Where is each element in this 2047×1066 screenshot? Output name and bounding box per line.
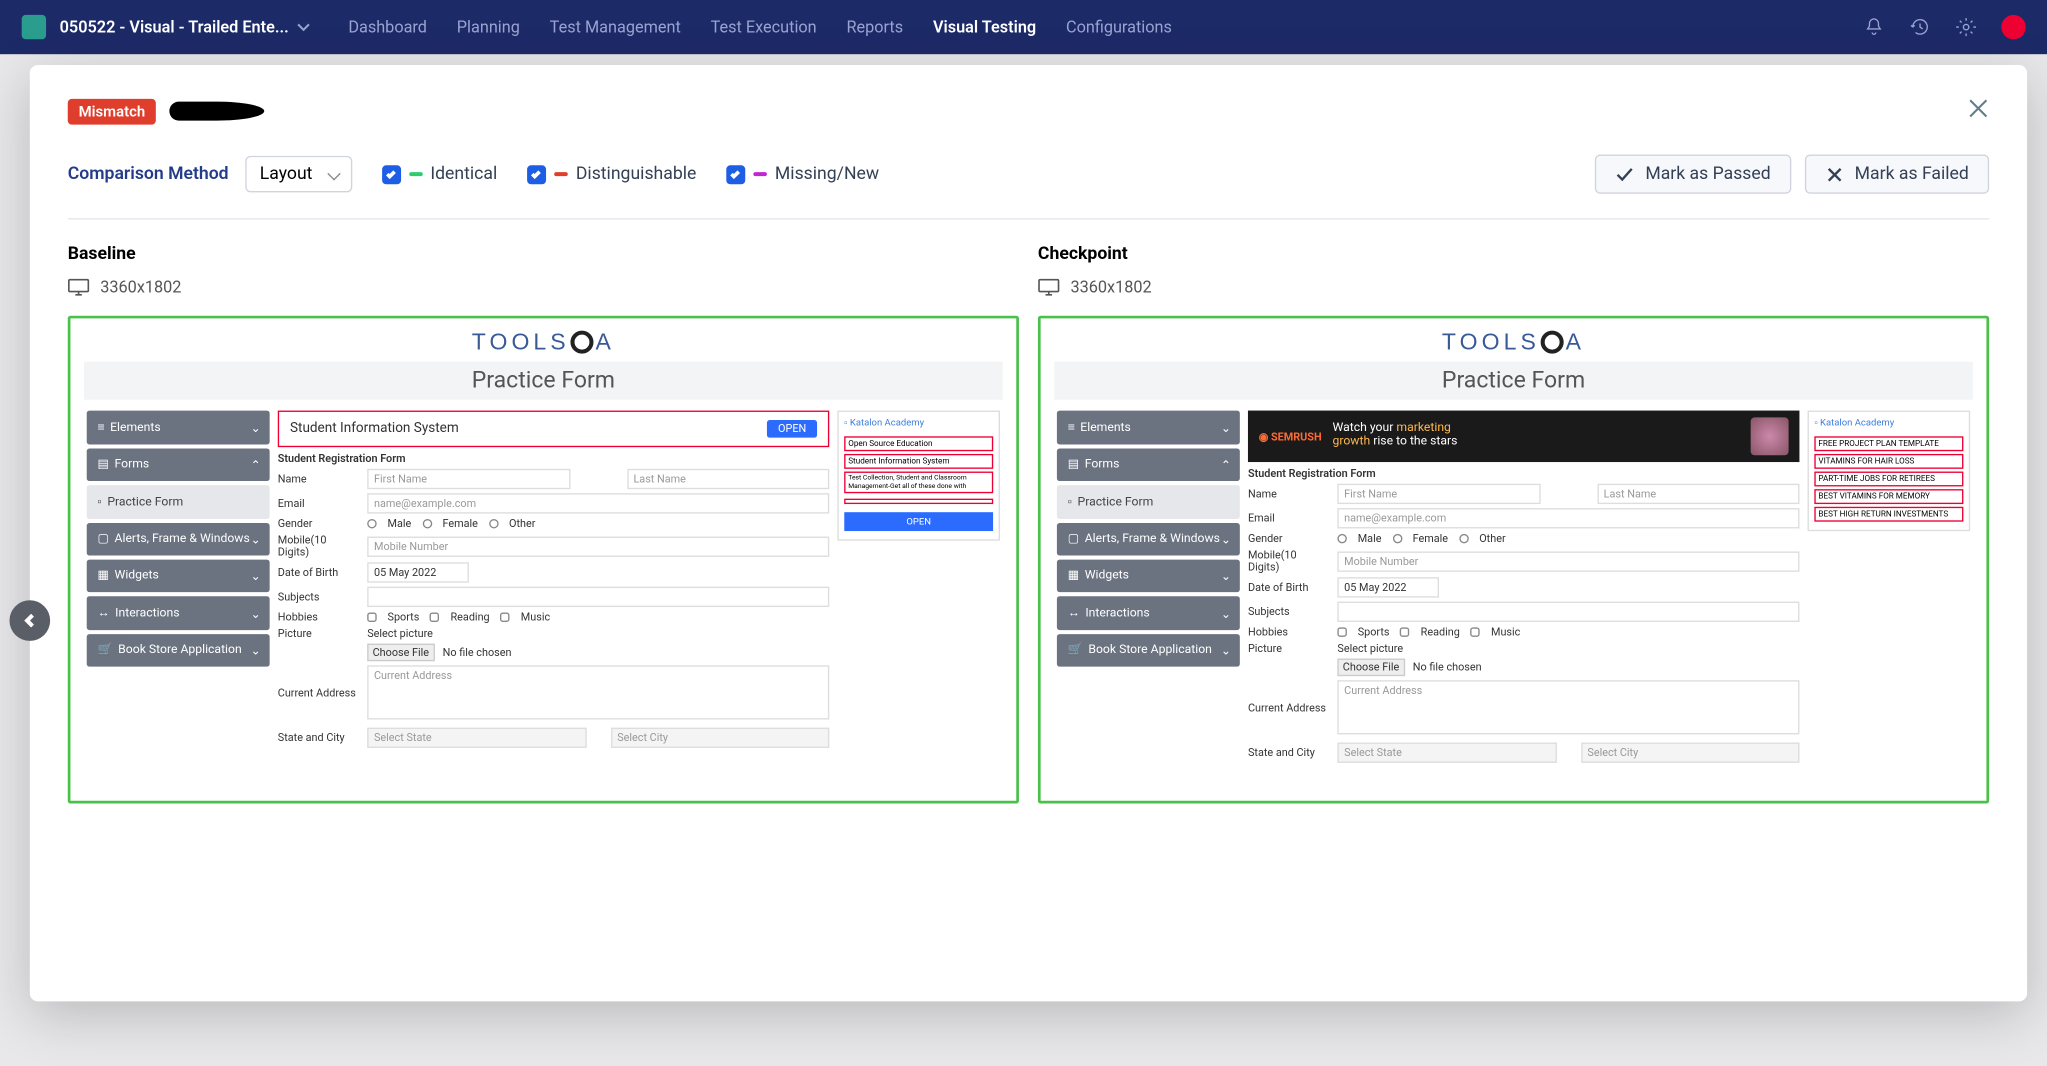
history-icon[interactable] xyxy=(1909,16,1931,38)
legend-identical[interactable]: Identical xyxy=(382,164,498,184)
toolsqa-logo: TOOLSA xyxy=(70,318,1016,361)
prev-button[interactable] xyxy=(9,600,50,641)
nav-test-execution[interactable]: Test Execution xyxy=(711,18,817,37)
menu-alerts: ▢ Alerts, Frame & Windows⌄ xyxy=(87,523,270,556)
side-menu: ≡ Elements⌄ ▤ Forms⌃ ▫ Practice Form ▢ A… xyxy=(1057,411,1240,767)
x-icon xyxy=(1825,165,1844,184)
color-swatch xyxy=(409,172,423,176)
checkbox-icon xyxy=(527,165,546,184)
menu-widgets: ▦ Widgets⌄ xyxy=(87,560,270,593)
checkpoint-pane: Checkpoint 3360x1802 TOOLSA Practice For… xyxy=(1038,244,1989,804)
mark-passed-button[interactable]: Mark as Passed xyxy=(1595,154,1791,193)
user-avatar[interactable] xyxy=(2001,15,2025,39)
checkbox-icon xyxy=(382,165,401,184)
checkpoint-resolution: 3360x1802 xyxy=(1038,278,1989,297)
toolsqa-logo: TOOLSA xyxy=(1041,318,1987,361)
project-selector[interactable]: 050522 - Visual - Trailed Ente... xyxy=(60,18,289,37)
nav-configurations[interactable]: Configurations xyxy=(1066,18,1172,37)
comparison-method-select[interactable]: Layout xyxy=(245,156,352,193)
monitor-icon xyxy=(68,278,90,297)
legend-distinguishable[interactable]: Distinguishable xyxy=(527,164,696,184)
right-ad-panel: ▫ Katalon Academy FREE PROJECT PLAN TEMP… xyxy=(1808,411,1971,767)
baseline-resolution: 3360x1802 xyxy=(68,278,1019,297)
mark-failed-button[interactable]: Mark as Failed xyxy=(1805,154,1990,193)
check-icon xyxy=(1616,165,1635,184)
legend-missing[interactable]: Missing/New xyxy=(726,164,879,184)
app-logo-icon xyxy=(22,15,46,39)
monitor-icon xyxy=(1038,278,1060,297)
nav-planning[interactable]: Planning xyxy=(457,18,520,37)
menu-interactions: ↔ Interactions⌄ xyxy=(87,596,270,630)
color-swatch xyxy=(554,172,568,176)
top-nav: 050522 - Visual - Trailed Ente... Dashbo… xyxy=(0,0,2047,54)
baseline-screenshot[interactable]: TOOLSA Practice Form ≡ Elements⌄ ▤ Forms… xyxy=(68,316,1019,804)
right-ad-panel: ▫ Katalon Academy Open Source Education … xyxy=(837,411,1000,752)
diff-region-ad: Student Information System OPEN xyxy=(278,411,829,448)
page-heading: Practice Form xyxy=(1054,362,1973,400)
form-header: Student Registration Form xyxy=(278,453,829,465)
menu-practice-form: ▫ Practice Form xyxy=(87,485,270,519)
menu-elements: ≡ Elements⌄ xyxy=(87,411,270,445)
diff-region-ad: ◉ SEMRUSH Watch your marketinggrowth ris… xyxy=(1248,411,1799,462)
page-heading: Practice Form xyxy=(84,362,1003,400)
baseline-title: Baseline xyxy=(68,244,1019,264)
status-badge: Mismatch xyxy=(68,98,156,124)
color-swatch xyxy=(753,172,767,176)
nav-reports[interactable]: Reports xyxy=(846,18,903,37)
menu-forms: ▤ Forms⌃ xyxy=(87,449,270,482)
checkpoint-screenshot[interactable]: TOOLSA Practice Form ≡ Elements⌄ ▤ Forms… xyxy=(1038,316,1989,804)
visual-compare-modal: Mismatch Comparison Method Layout Identi… xyxy=(30,65,2027,1001)
baseline-pane: Baseline 3360x1802 TOOLSA Practice Form … xyxy=(68,244,1019,804)
menu-bookstore: 🛒 Book Store Application⌄ xyxy=(87,634,270,667)
comparison-method-label: Comparison Method xyxy=(68,164,229,184)
nav-visual-testing[interactable]: Visual Testing xyxy=(933,18,1036,37)
nav-test-management[interactable]: Test Management xyxy=(550,18,681,37)
side-menu: ≡ Elements⌄ ▤ Forms⌃ ▫ Practice Form ▢ A… xyxy=(87,411,270,752)
checkbox-icon xyxy=(726,165,745,184)
gear-icon[interactable] xyxy=(1955,16,1977,38)
nav-dashboard[interactable]: Dashboard xyxy=(348,18,427,37)
redacted-title xyxy=(170,102,265,121)
close-button[interactable] xyxy=(1967,98,1989,125)
bell-icon[interactable] xyxy=(1863,16,1885,38)
checkpoint-title: Checkpoint xyxy=(1038,244,1989,264)
chevron-down-icon[interactable] xyxy=(297,20,311,34)
